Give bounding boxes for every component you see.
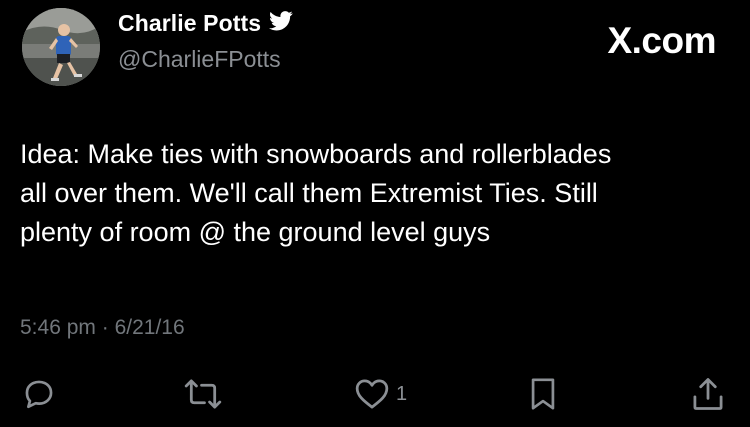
reply-icon [25, 380, 53, 409]
tweet-time: 5:46 pm [20, 316, 96, 339]
tweet-timestamp[interactable]: 5:46 pm · 6/21/16 [20, 316, 185, 340]
retweet-button[interactable] [184, 372, 222, 416]
avatar[interactable] [22, 8, 100, 86]
tweet-date: 6/21/16 [114, 316, 185, 339]
retweet-icon [184, 379, 222, 409]
brand-wordmark: X.com [607, 20, 716, 61]
reply-button[interactable] [22, 372, 56, 416]
share-button[interactable] [692, 372, 724, 416]
share-icon [693, 378, 723, 410]
author-handle[interactable]: @CharlieFPotts [118, 46, 281, 73]
bookmark-icon [531, 378, 555, 410]
twitter-bird-icon [269, 11, 293, 36]
tweet-text: Idea: Make ties with snowboards and roll… [20, 139, 612, 247]
timestamp-separator: · [101, 316, 109, 339]
like-button[interactable]: 1 [354, 372, 407, 416]
bookmark-button[interactable] [528, 372, 558, 416]
tweet-card: Charlie Potts @CharlieFPotts X.com Idea:… [0, 0, 750, 427]
tweet-actions-bar: 1 [0, 372, 750, 416]
avatar-photo [22, 8, 100, 86]
heart-icon [355, 379, 389, 409]
like-count: 1 [396, 382, 408, 405]
author-display-name[interactable]: Charlie Potts [118, 10, 261, 37]
author-name-row: Charlie Potts [118, 10, 293, 37]
